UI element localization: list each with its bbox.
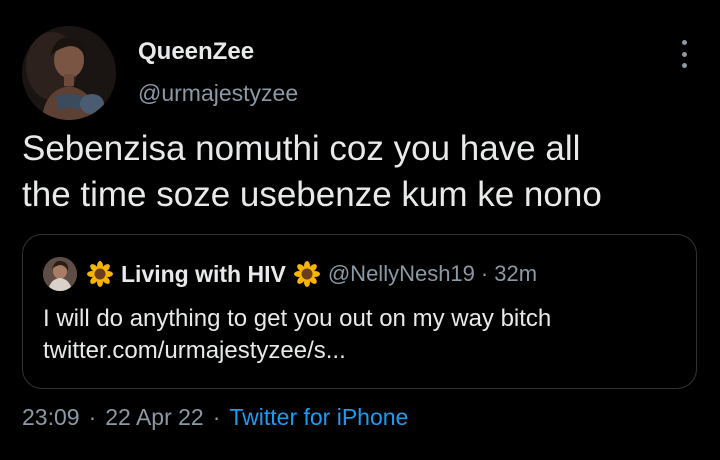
more-vertical-icon[interactable] — [672, 40, 696, 68]
quoted-tweet-text: I will do anything to get you out on my … — [43, 303, 683, 367]
more-dot — [681, 40, 687, 45]
tweet-text-line: the time soze usebenze kum ke nono — [22, 175, 602, 214]
author-avatar[interactable] — [22, 26, 116, 120]
quoted-avatar-image — [43, 257, 77, 291]
tweet-date[interactable]: 22 Apr 22 — [105, 404, 203, 431]
quoted-handle: @NellyNesh19 — [327, 261, 475, 286]
sunflower-icon — [87, 261, 113, 287]
quoted-author-avatar — [43, 257, 77, 291]
quoted-display-name: Living with HIV — [121, 260, 286, 287]
tweet-time[interactable]: 23:09 — [22, 404, 80, 431]
tweet-text: Sebenzisa nomuthi coz you have all the t… — [22, 126, 702, 218]
author-avatar-image — [22, 26, 116, 120]
meta-separator: · — [88, 404, 97, 430]
author-display-name[interactable]: QueenZee — [138, 38, 254, 66]
quoted-tweet-card[interactable]: Living with HIV @NellyNesh19 · 32m I wil… — [22, 234, 697, 389]
quoted-relative-time: 32m — [494, 261, 538, 286]
tweet-meta: 23:09 · 22 Apr 22 · Twitter for iPhone — [22, 404, 408, 431]
author-handle[interactable]: @urmajestyzee — [138, 80, 298, 107]
meta-separator: · — [212, 404, 221, 430]
more-dot — [681, 63, 687, 68]
more-dot — [681, 51, 687, 57]
quoted-separator: · — [480, 261, 489, 286]
quoted-header: Living with HIV @NellyNesh19 · 32m — [87, 257, 537, 291]
quoted-text-line: I will do anything to get you out on my … — [43, 305, 552, 332]
tweet-text-line: Sebenzisa nomuthi coz you have all — [22, 129, 581, 168]
quoted-text-line: twitter.com/urmajestyzee/s... — [43, 337, 346, 364]
sunflower-icon — [293, 261, 320, 287]
tweet-source-link[interactable]: Twitter for iPhone — [229, 404, 408, 431]
